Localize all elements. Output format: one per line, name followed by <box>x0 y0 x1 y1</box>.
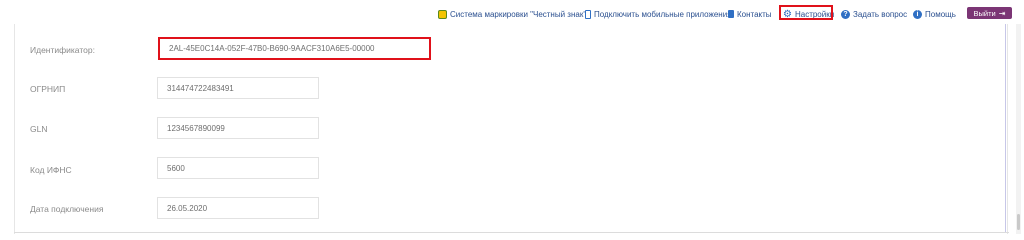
address-book-icon <box>728 10 734 18</box>
nav-ask-question-label: Задать вопрос <box>853 9 908 19</box>
vertical-scrollbar[interactable] <box>1016 24 1021 234</box>
logout-button[interactable]: Выйти ⇥ <box>967 7 1012 19</box>
nav-mobile-apps-link[interactable]: Подключить мобильные приложения <box>585 8 732 20</box>
info-icon: i <box>913 9 922 19</box>
nav-mobile-apps-label: Подключить мобильные приложения <box>594 9 732 19</box>
top-navigation: Система маркировки "Честный знак" Подклю… <box>0 0 1024 26</box>
connection-date-label: Дата подключения <box>30 204 104 214</box>
nav-ask-question-link[interactable]: ? Задать вопрос <box>841 8 907 20</box>
identifier-field[interactable]: 2AL-45E0C14A-052F-47B0-B690-9AACF310A6E5… <box>158 37 431 60</box>
nav-contacts-link[interactable]: Контакты <box>728 8 772 20</box>
ogrnip-label: ОГРНИП <box>30 84 66 94</box>
nav-contacts-label: Контакты <box>737 9 772 19</box>
logout-label: Выйти <box>973 8 996 18</box>
mobile-phone-icon <box>585 9 591 19</box>
panel-bottom-border <box>14 232 1009 233</box>
nav-help-label: Помощь <box>925 9 956 19</box>
nav-help-link[interactable]: i Помощь <box>913 8 956 20</box>
ifns-code-field[interactable]: 5600 <box>157 157 319 179</box>
gln-label: GLN <box>30 124 48 134</box>
gln-field[interactable]: 1234567890099 <box>157 117 319 139</box>
logout-arrow-icon: ⇥ <box>998 8 1006 18</box>
nav-honest-sign-link[interactable]: Система маркировки "Честный знак" <box>438 8 586 20</box>
ogrnip-field[interactable]: 314474722483491 <box>157 77 319 99</box>
settings-highlight-box <box>779 5 833 20</box>
identifier-label: Идентификатор: <box>30 45 95 55</box>
ifns-code-label: Код ИФНС <box>30 165 72 175</box>
scrollbar-thumb[interactable] <box>1017 214 1020 230</box>
honest-sign-icon <box>438 9 447 19</box>
nav-honest-sign-label: Система маркировки "Честный знак" <box>450 9 587 19</box>
question-icon: ? <box>841 9 850 19</box>
connection-date-field[interactable]: 26.05.2020 <box>157 197 319 219</box>
panel-divider <box>1005 24 1006 232</box>
